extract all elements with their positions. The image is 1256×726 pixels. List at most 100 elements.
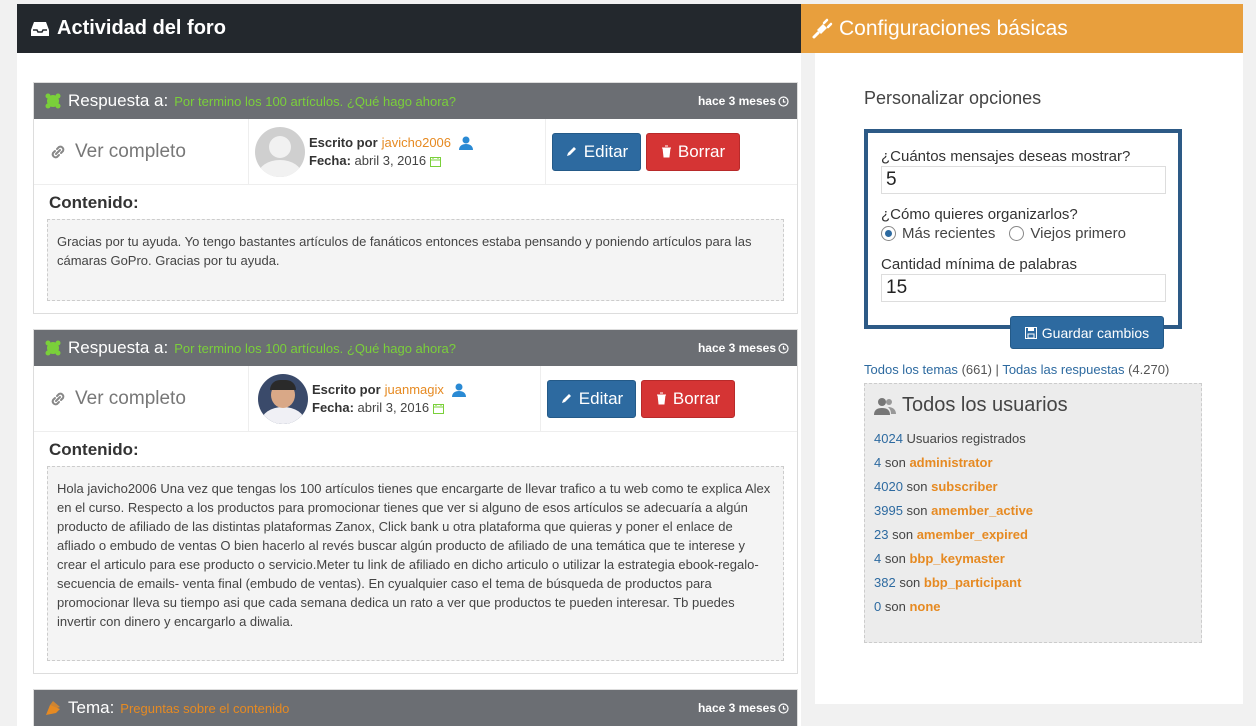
all-users-title: Todos los usuarios bbox=[902, 394, 1068, 416]
role-name[interactable]: bbp_participant bbox=[924, 575, 1022, 590]
separator: | bbox=[995, 362, 999, 377]
pencil-icon bbox=[565, 145, 578, 158]
calendar-icon bbox=[429, 156, 441, 167]
card-time: hace 3 meses bbox=[698, 701, 789, 715]
topic-link[interactable]: Por termino los 100 artículos. ¿Qué hago… bbox=[174, 94, 456, 109]
role-count[interactable]: 4020 bbox=[874, 479, 903, 494]
author-name[interactable]: juanmagix bbox=[385, 382, 444, 397]
words-input[interactable]: 15 bbox=[881, 274, 1166, 302]
role-name[interactable]: subscriber bbox=[931, 479, 997, 494]
users-icon bbox=[874, 397, 896, 415]
avatar bbox=[255, 126, 305, 177]
view-full-link[interactable]: Ver completo bbox=[34, 119, 249, 184]
reply-icon bbox=[44, 339, 62, 357]
view-full-label: Ver completo bbox=[75, 140, 186, 162]
role-count[interactable]: 4 bbox=[874, 551, 881, 566]
topic-link[interactable]: Preguntas sobre el contenido bbox=[120, 701, 289, 716]
save-label: Guardar cambios bbox=[1041, 324, 1150, 341]
topic-link[interactable]: Por termino los 100 artículos. ¿Qué hago… bbox=[174, 341, 456, 356]
time-text: hace 3 meses bbox=[697, 701, 776, 715]
order-label: ¿Cómo quieres organizarlos? bbox=[881, 206, 1078, 223]
actions-cell: Editar Borrar bbox=[546, 119, 740, 184]
edit-button[interactable]: Editar bbox=[547, 379, 636, 418]
actions-cell: Editar Borrar bbox=[541, 366, 735, 431]
count-label: ¿Cuántos mensajes deseas mostrar? bbox=[881, 148, 1131, 165]
author-name[interactable]: javicho2006 bbox=[382, 135, 451, 150]
role-row: 0 son none bbox=[874, 595, 1192, 619]
role-count[interactable]: 23 bbox=[874, 527, 888, 542]
all-topics-link[interactable]: Todos los temas bbox=[864, 362, 958, 377]
date-label: Fecha: bbox=[312, 399, 354, 415]
calendar-icon bbox=[432, 403, 444, 414]
clock-icon bbox=[778, 702, 789, 714]
role-count[interactable]: 0 bbox=[874, 599, 881, 614]
role-row: 4 son bbp_keymaster bbox=[874, 547, 1192, 571]
delete-button[interactable]: Borrar bbox=[646, 132, 740, 171]
topic-icon bbox=[44, 699, 62, 717]
plug-icon bbox=[811, 18, 833, 40]
son-text: son bbox=[899, 575, 921, 590]
delete-button[interactable]: Borrar bbox=[641, 379, 735, 418]
written-by-label: Escrito por bbox=[309, 134, 378, 150]
role-count[interactable]: 4 bbox=[874, 455, 881, 470]
time-text: hace 3 meses bbox=[697, 341, 776, 355]
written-by-label: Escrito por bbox=[312, 381, 381, 397]
words-label: Cantidad mínima de palabras bbox=[881, 256, 1077, 273]
reply-icon bbox=[44, 92, 62, 110]
card-type: Respuesta a: bbox=[68, 91, 169, 110]
role-count[interactable]: 3995 bbox=[874, 503, 903, 518]
edit-label: Editar bbox=[583, 141, 629, 161]
card-header: Respuesta a: Por termino los 100 artícul… bbox=[34, 83, 797, 119]
role-row: 382 son bbp_participant bbox=[874, 571, 1192, 595]
author-cell: Escrito por juanmagix Fecha: abril 3, 201… bbox=[249, 366, 541, 431]
avatar bbox=[258, 373, 308, 424]
clock-icon bbox=[778, 342, 789, 354]
radio-recent-label: Más recientes bbox=[902, 225, 996, 242]
author-meta: Escrito por juanmagix Fecha: abril 3, 201… bbox=[312, 381, 466, 417]
card-type: Tema: bbox=[68, 698, 115, 717]
card-meta-row: Ver completo Escrito por javicho2006 Fech… bbox=[34, 119, 797, 185]
pencil-icon bbox=[560, 392, 573, 405]
date-label: Fecha: bbox=[309, 152, 351, 168]
role-name[interactable]: amember_expired bbox=[917, 527, 1028, 542]
role-name[interactable]: administrator bbox=[909, 455, 992, 470]
save-button[interactable]: Guardar cambios bbox=[1010, 316, 1164, 349]
card-time: hace 3 meses bbox=[698, 94, 789, 108]
delete-label: Borrar bbox=[677, 141, 726, 161]
role-row: 4 son administrator bbox=[874, 451, 1192, 475]
card-header: Respuesta a: Por termino los 100 artícul… bbox=[34, 330, 797, 366]
content-label: Contenido: bbox=[49, 193, 139, 212]
son-text: son bbox=[906, 503, 928, 518]
user-icon bbox=[458, 136, 473, 151]
clock-icon bbox=[778, 95, 789, 107]
trash-icon bbox=[656, 392, 667, 405]
all-users-header: Todos los usuarios bbox=[874, 394, 1192, 417]
son-text: son bbox=[906, 479, 928, 494]
card-time: hace 3 meses bbox=[698, 341, 789, 355]
role-row: 3995 son amember_active bbox=[874, 499, 1192, 523]
customize-options-title: Personalizar opciones bbox=[864, 88, 1042, 108]
link-icon bbox=[49, 390, 67, 408]
radio-oldest[interactable] bbox=[1009, 226, 1025, 241]
basic-settings-header: Configuraciones básicas bbox=[801, 4, 1243, 53]
edit-button[interactable]: Editar bbox=[552, 132, 641, 171]
role-row: 4020 son subscriber bbox=[874, 475, 1192, 499]
role-count[interactable]: 382 bbox=[874, 575, 896, 590]
role-name[interactable]: bbp_keymaster bbox=[909, 551, 1004, 566]
view-full-link[interactable]: Ver completo bbox=[34, 366, 249, 431]
all-users-box: Todos los usuarios 4024 Usuarios registr… bbox=[864, 383, 1202, 643]
card-type: Respuesta a: bbox=[68, 338, 169, 357]
users-total-count[interactable]: 4024 bbox=[874, 431, 903, 446]
all-replies-link[interactable]: Todas las respuestas bbox=[1002, 362, 1124, 377]
order-radio-group: Más recientes Viejos primero bbox=[881, 225, 1165, 242]
count-input[interactable]: 5 bbox=[881, 166, 1166, 194]
content-text: Hola javicho2006 Una vez que tengas los … bbox=[47, 466, 784, 661]
content-text: Gracias por tu ayuda. Yo tengo bastantes… bbox=[47, 219, 784, 301]
activity-card: Respuesta a: Por termino los 100 artícul… bbox=[33, 82, 798, 314]
trash-icon bbox=[661, 145, 672, 158]
link-icon bbox=[49, 143, 67, 161]
role-name[interactable]: amember_active bbox=[931, 503, 1033, 518]
role-name[interactable]: none bbox=[909, 599, 940, 614]
post-date: abril 3, 2016 bbox=[357, 399, 430, 415]
radio-recent[interactable] bbox=[881, 226, 896, 241]
